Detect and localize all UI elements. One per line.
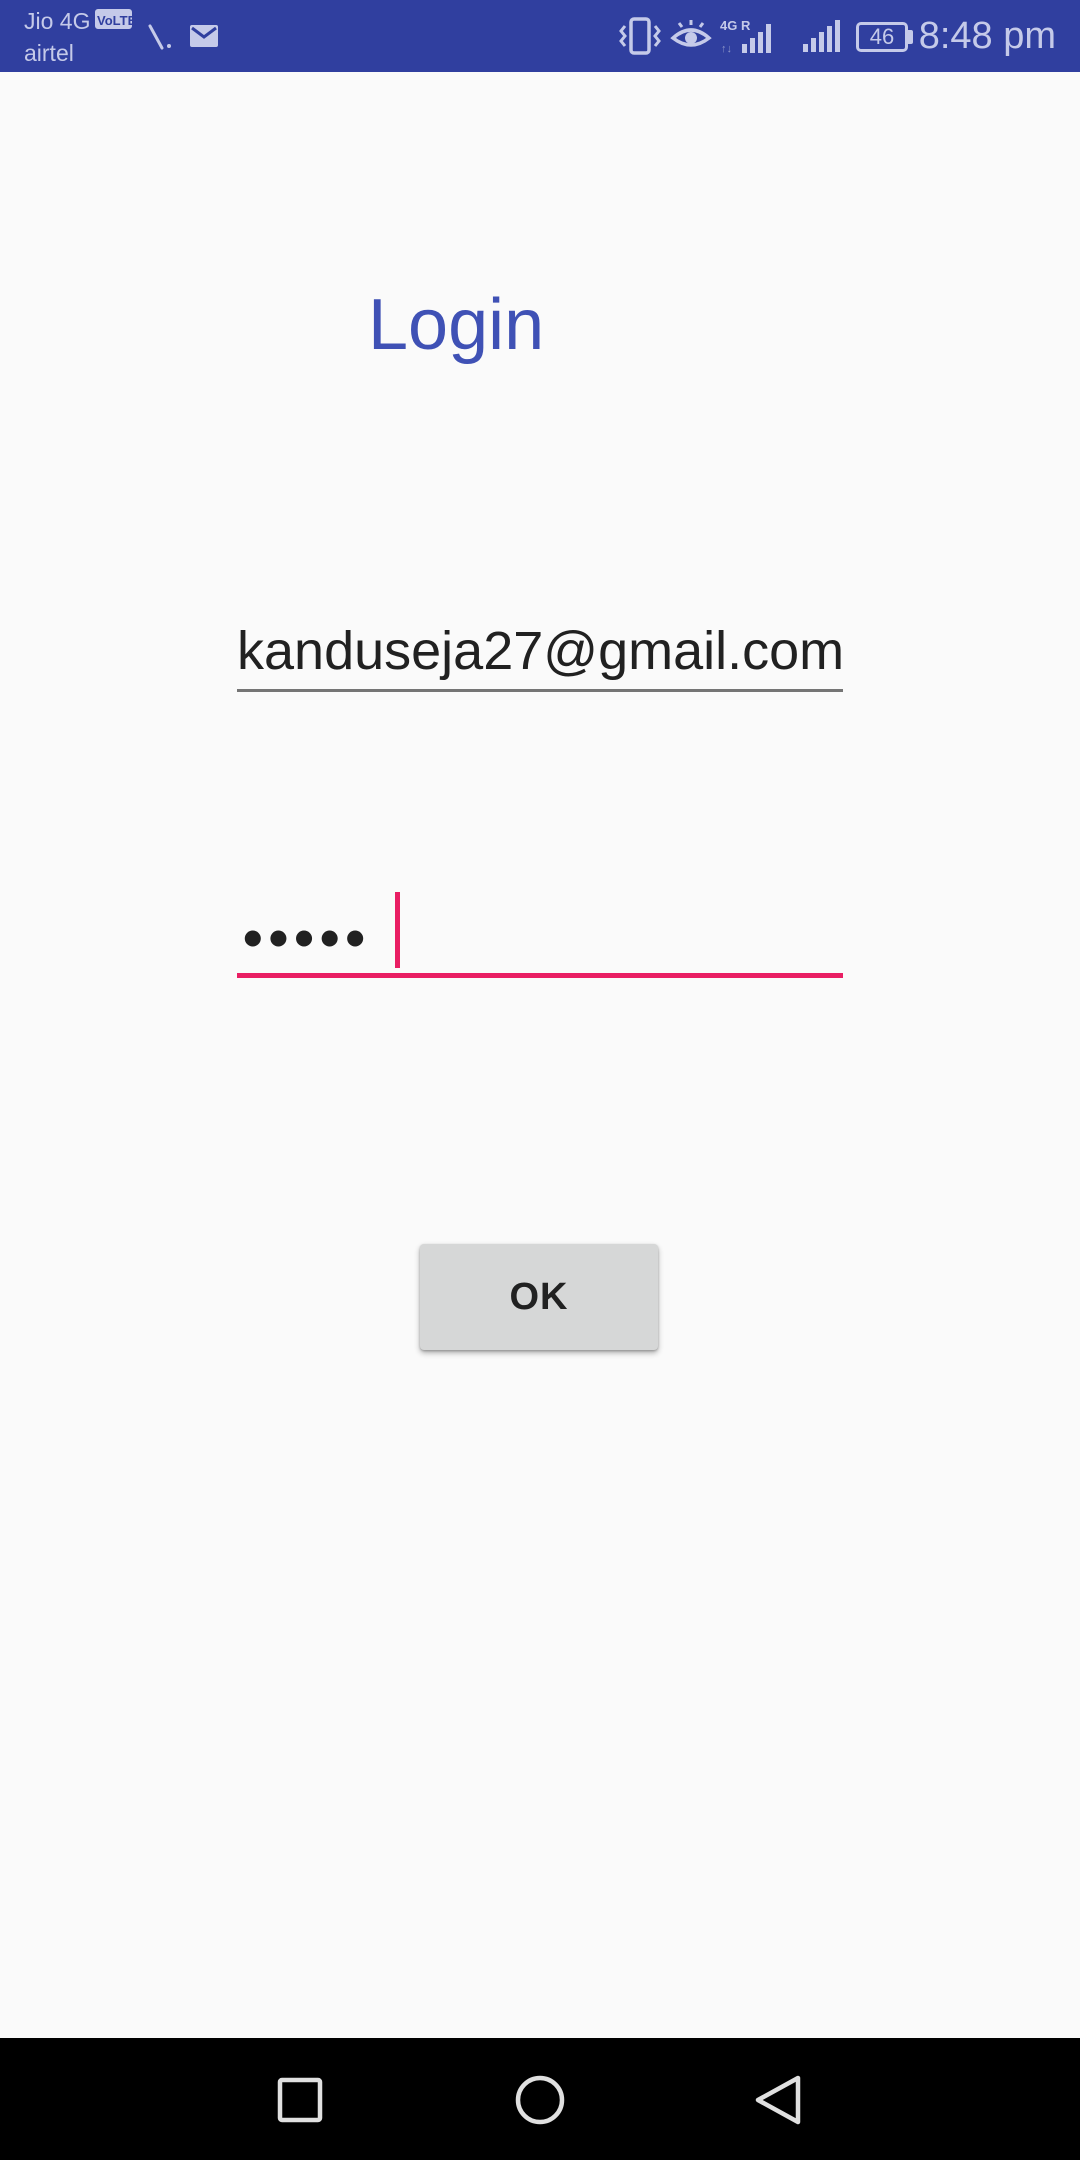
vibrate-icon [619,17,661,55]
recents-icon[interactable] [264,2064,336,2136]
signal-icon [803,20,840,52]
gmail-icon [190,25,218,47]
battery-level: 46 [869,24,895,49]
battery-cap [908,30,913,44]
navigation-bar [0,2038,1080,2160]
page-title: Login [368,285,545,365]
status-bar: Jio 4G VoLTE airtel 4G R ↑↓ 46 8:48 pm [0,0,1080,72]
text-cursor [395,892,400,968]
volte-badge: VoLTE [95,9,136,29]
status-time: 8:48 pm [918,15,1056,57]
signal-4g-icon: 4G R ↑↓ [720,18,771,55]
svg-text:↑↓: ↑↓ [721,43,732,55]
eye-comfort-icon [670,20,712,47]
email-field[interactable]: kanduseja27@gmail.com [237,610,845,692]
battery-icon: 46 [856,22,908,52]
carrier-primary: Jio 4G [24,8,91,34]
carrier-secondary: airtel [24,40,74,66]
password-field[interactable]: ••••• [237,880,843,978]
home-icon[interactable] [504,2064,576,2136]
email-value: kanduseja27@gmail.com [237,621,845,681]
back-icon[interactable] [744,2064,816,2136]
password-value: ••••• [243,906,372,969]
wifi-calling-icon [148,24,171,50]
ok-button[interactable]: OK [420,1244,658,1350]
svg-text:4G R: 4G R [720,18,751,33]
